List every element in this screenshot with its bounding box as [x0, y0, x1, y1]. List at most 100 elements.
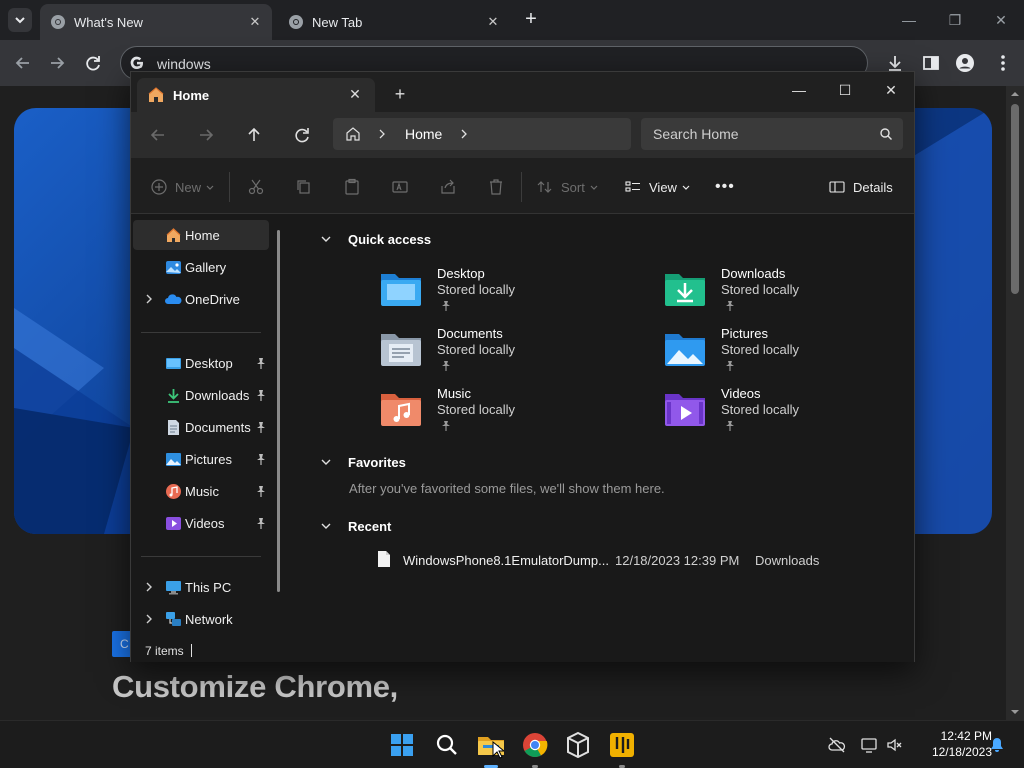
cloud-sync-off-icon[interactable] [828, 736, 846, 754]
recent-file-name: WindowsPhone8.1EmulatorDump... [403, 553, 609, 568]
maximize-icon[interactable]: ☐ [823, 76, 867, 104]
close-tab-icon[interactable]: ✕ [484, 13, 502, 31]
quick-access-item-pictures[interactable]: Pictures Stored locally [663, 326, 893, 382]
section-header-recent[interactable]: Recent [348, 519, 391, 534]
file-icon [378, 551, 390, 567]
explorer-address-bar[interactable]: Home [333, 118, 631, 150]
scroll-down-icon[interactable] [1011, 708, 1019, 716]
explorer-new-tab-button[interactable]: + [389, 84, 411, 106]
forward-icon[interactable] [46, 52, 68, 74]
chevron-right-icon[interactable] [459, 128, 469, 140]
close-tab-icon[interactable]: ✕ [345, 84, 365, 104]
up-icon[interactable] [243, 124, 265, 146]
side-panel-icon[interactable] [920, 52, 942, 74]
virtualbox-icon[interactable] [562, 729, 594, 761]
cut-icon[interactable] [247, 176, 265, 198]
search-icon[interactable] [431, 729, 463, 761]
scrollbar-thumb[interactable] [1011, 104, 1019, 294]
pin-icon[interactable] [255, 484, 267, 498]
sidebar-item-gallery[interactable]: Gallery [133, 252, 269, 282]
more-menu-icon[interactable] [992, 52, 1014, 74]
refresh-icon[interactable] [291, 124, 313, 146]
chevron-right-icon[interactable] [143, 580, 155, 594]
restore-icon[interactable]: ❐ [940, 8, 970, 32]
pin-icon[interactable] [255, 388, 267, 402]
volume-muted-icon[interactable] [886, 736, 904, 754]
recent-file-row[interactable]: WindowsPhone8.1EmulatorDump... 12/18/202… [377, 550, 877, 572]
new-tab-button[interactable]: + [520, 8, 542, 32]
paste-icon[interactable] [343, 176, 361, 198]
pin-icon[interactable] [255, 356, 267, 370]
network-status-icon[interactable] [860, 736, 878, 754]
scroll-up-icon[interactable] [1011, 90, 1019, 98]
details-button[interactable]: Details [829, 176, 893, 198]
sidebar-item-pictures[interactable]: Pictures [133, 444, 269, 474]
tab-search-button[interactable] [8, 8, 32, 32]
page-scrollbar[interactable] [1006, 86, 1024, 720]
breadcrumb-home[interactable]: Home [405, 126, 442, 142]
sidebar-item-network[interactable]: Network [133, 604, 269, 634]
chevron-down-icon[interactable] [319, 232, 333, 246]
more-options-button[interactable]: ••• [715, 176, 735, 198]
delete-icon[interactable] [487, 176, 505, 198]
explorer-search-input[interactable]: Search Home [641, 118, 903, 150]
close-window-icon[interactable]: ✕ [869, 76, 913, 104]
new-button[interactable]: New [151, 176, 215, 198]
desktop-folder-icon [381, 274, 421, 306]
view-button[interactable]: View [625, 176, 691, 198]
pin-icon[interactable] [255, 420, 267, 434]
quick-access-item-music[interactable]: Music Stored locally [379, 386, 609, 442]
pin-icon[interactable] [255, 516, 267, 530]
chevron-down-icon[interactable] [319, 519, 333, 533]
videos-icon [166, 517, 181, 530]
sidebar-item-music[interactable]: Music [133, 476, 269, 506]
minimize-icon[interactable]: — [777, 76, 821, 104]
google-g-icon [130, 56, 143, 70]
section-header-favorites[interactable]: Favorites [348, 455, 406, 470]
copy-icon[interactable] [295, 176, 313, 198]
pin-icon [726, 421, 734, 431]
browser-tab-whats-new[interactable]: What's New ✕ [40, 4, 272, 40]
chevron-right-icon[interactable] [143, 612, 155, 626]
sort-button[interactable]: Sort [537, 176, 599, 198]
sidebar-item-documents[interactable]: Documents [133, 412, 269, 442]
minimize-icon[interactable]: — [894, 8, 924, 32]
app-icon[interactable] [606, 729, 638, 761]
sidebar-item-onedrive[interactable]: OneDrive [133, 284, 269, 314]
sidebar-item-this-pc[interactable]: This PC [133, 572, 269, 602]
sidebar-scrollbar[interactable] [277, 230, 280, 592]
explorer-tab-home[interactable]: Home ✕ [137, 78, 375, 112]
quick-access-item-downloads[interactable]: Downloads Stored locally [663, 266, 893, 322]
sidebar-item-videos[interactable]: Videos [133, 508, 269, 538]
rename-icon[interactable] [391, 176, 409, 198]
close-tab-icon[interactable]: ✕ [246, 13, 264, 31]
chrome-icon[interactable] [519, 729, 551, 761]
close-window-icon[interactable]: ✕ [986, 8, 1016, 32]
quick-access-item-documents[interactable]: Documents Stored locally [379, 326, 609, 382]
quick-access-subtitle: Stored locally [437, 342, 516, 357]
pictures-folder-icon [665, 334, 705, 366]
reload-icon[interactable] [82, 52, 104, 74]
pin-icon[interactable] [255, 452, 267, 466]
sidebar-item-downloads[interactable]: Downloads [133, 380, 269, 410]
quick-access-subtitle: Stored locally [721, 282, 800, 297]
chevron-down-icon[interactable] [319, 455, 333, 469]
start-icon[interactable] [386, 729, 418, 761]
sidebar-item-desktop[interactable]: Desktop [133, 348, 269, 378]
notification-bell-icon[interactable] [988, 736, 1006, 754]
system-clock[interactable]: 12:42 PM 12/18/2023 [918, 728, 992, 760]
new-label: New [175, 179, 202, 195]
sidebar-item-home[interactable]: Home [133, 220, 269, 250]
share-icon[interactable] [439, 176, 457, 198]
back-icon[interactable] [12, 52, 34, 74]
chevron-right-icon[interactable] [143, 292, 155, 306]
forward-icon[interactable] [195, 124, 217, 146]
plus-circle-icon [151, 179, 167, 195]
quick-access-item-desktop[interactable]: Desktop Stored locally [379, 266, 609, 322]
browser-tab-new-tab[interactable]: New Tab ✕ [278, 4, 510, 40]
section-header-quick-access[interactable]: Quick access [348, 232, 431, 247]
back-icon[interactable] [147, 124, 169, 146]
quick-access-item-videos[interactable]: Videos Stored locally [663, 386, 893, 442]
profile-icon[interactable] [954, 52, 976, 74]
clock-time: 12:42 PM [940, 729, 992, 743]
